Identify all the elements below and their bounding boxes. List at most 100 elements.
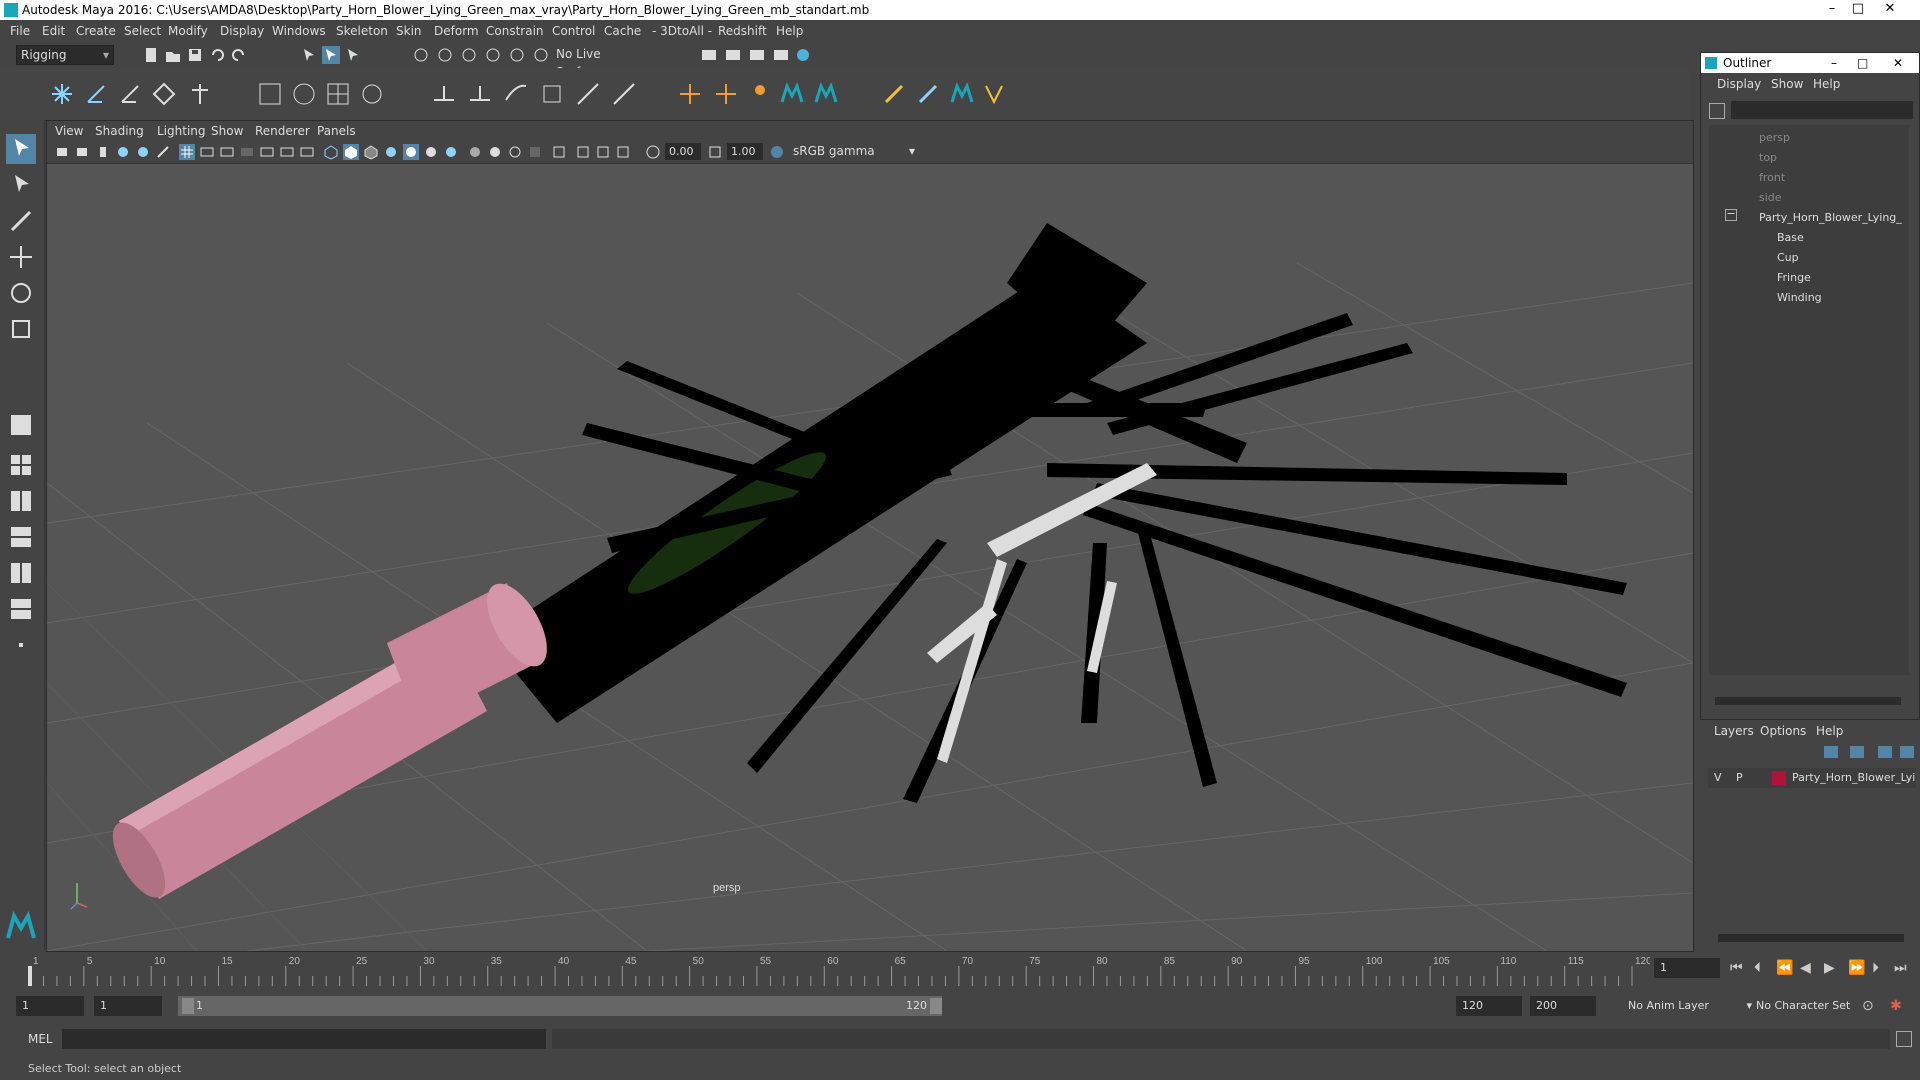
current-frame-field[interactable]: 1 [1654, 958, 1720, 978]
locator-icon[interactable] [676, 80, 704, 108]
vp-menu-show[interactable]: Show [211, 124, 243, 138]
outliner-menu-display[interactable]: Display [1717, 77, 1761, 91]
pole-vector-icon[interactable] [610, 80, 638, 108]
current-time-marker[interactable] [28, 966, 32, 986]
new-layer-selected-icon[interactable] [1850, 746, 1864, 758]
range-start-handle[interactable] [182, 998, 194, 1014]
render-settings-icon[interactable] [700, 46, 718, 64]
select-object-icon[interactable] [322, 46, 340, 64]
point-constraint-icon[interactable] [430, 80, 458, 108]
layers-menu-help[interactable]: Help [1816, 724, 1843, 738]
menu-create[interactable]: Create [76, 24, 116, 38]
snap-grid-icon[interactable] [412, 46, 430, 64]
snap-point-icon[interactable] [460, 46, 478, 64]
playback-start-field[interactable]: 1 [94, 996, 162, 1016]
use-all-lights-icon[interactable] [403, 144, 419, 160]
menu-select[interactable]: Select [124, 24, 161, 38]
ik-handle-icon[interactable] [82, 80, 110, 108]
command-input[interactable] [62, 1029, 546, 1049]
render-view-icon[interactable] [772, 46, 790, 64]
menu-windows[interactable]: Windows [272, 24, 326, 38]
move-layer-up-icon[interactable] [1878, 746, 1892, 758]
menu-skin[interactable]: Skin [396, 24, 422, 38]
maya-m2-icon[interactable] [812, 80, 840, 108]
layer-name[interactable]: Party_Horn_Blower_Lyi [1792, 771, 1915, 784]
start-time-field[interactable]: 1 [16, 996, 84, 1016]
smooth-shade-icon[interactable] [343, 144, 359, 160]
anim-layer-dropdown[interactable]: No Anim Layer ▾ [1620, 996, 1758, 1016]
motion-blur-icon[interactable] [467, 144, 483, 160]
outliner-search-input[interactable] [1731, 101, 1913, 119]
menu-3dtoall[interactable]: - 3DtoAll - [652, 24, 712, 38]
exposure-field[interactable]: 0.00 [665, 143, 701, 160]
step-back-icon[interactable]: ⏴ [1754, 960, 1761, 976]
play-backward-icon[interactable]: ◀ [1800, 960, 1811, 976]
single-pane-layout-icon[interactable] [6, 410, 36, 440]
viewport-persp[interactable]: View Shading Lighting Show Renderer Pane… [46, 120, 1694, 952]
tree-item-fringe[interactable]: Fringe [1777, 271, 1811, 284]
paint-select-icon[interactable] [6, 206, 36, 236]
history-icon[interactable] [532, 46, 550, 64]
depth-of-field-icon[interactable] [507, 144, 523, 160]
menu-skeleton[interactable]: Skeleton [336, 24, 388, 38]
menu-modify[interactable]: Modify [168, 24, 208, 38]
bookmark-icon[interactable] [95, 144, 111, 160]
maximize-icon[interactable]: □ [1846, 0, 1870, 18]
field-chart-icon[interactable] [259, 144, 275, 160]
ik-spline-icon[interactable] [116, 80, 144, 108]
close-icon[interactable]: ✕ [1878, 0, 1902, 18]
tree-item-front[interactable]: front [1759, 171, 1785, 184]
xray-active-icon[interactable] [595, 144, 611, 160]
isolate-select-icon[interactable] [527, 144, 543, 160]
script-editor-icon[interactable] [1896, 1031, 1912, 1047]
step-forward-key-icon[interactable]: ⏩ [1848, 960, 1865, 976]
auto-key-icon[interactable]: ⊙ [1862, 998, 1874, 1014]
maximize-icon[interactable]: □ [1857, 53, 1868, 73]
menu-set-dropdown[interactable]: Rigging ▾ [16, 45, 114, 65]
wireframe-icon[interactable] [323, 144, 339, 160]
paint-weights-icon[interactable] [880, 80, 908, 108]
image-plane-icon[interactable] [115, 144, 131, 160]
range-end-handle[interactable] [930, 998, 942, 1014]
end-time-field[interactable]: 200 [1530, 996, 1596, 1016]
filter-icon[interactable] [1709, 103, 1725, 119]
layer-visibility-toggle[interactable]: V [1714, 771, 1722, 784]
scale-constraint-icon[interactable] [538, 80, 566, 108]
move-layer-down-icon[interactable] [1900, 746, 1914, 758]
layer-scrollbar[interactable] [1718, 934, 1904, 942]
vp-menu-panels[interactable]: Panels [317, 124, 356, 138]
vp-menu-view[interactable]: View [55, 124, 83, 138]
layer-row[interactable]: V P Party_Horn_Blower_Lyi [1708, 768, 1916, 788]
character-icon[interactable] [746, 80, 774, 108]
script-language-label[interactable]: MEL [28, 1032, 53, 1046]
scene-view[interactable]: persp [47, 163, 1693, 951]
redo-icon[interactable] [230, 46, 248, 64]
hik-icon[interactable] [712, 80, 740, 108]
lasso-tool-icon[interactable] [6, 170, 36, 200]
camera-select-icon[interactable] [55, 144, 71, 160]
backface-icon[interactable] [615, 144, 631, 160]
paint-skin-icon[interactable] [914, 80, 942, 108]
four-pane-layout-icon[interactable] [6, 450, 36, 480]
maya-m-icon[interactable] [778, 80, 806, 108]
textured-icon[interactable] [383, 144, 399, 160]
menu-edit[interactable]: Edit [42, 24, 65, 38]
color-space-dropdown[interactable]: sRGB gamma ▾ [789, 143, 919, 160]
bind-skin-icon[interactable] [256, 80, 284, 108]
gate-mask-icon[interactable] [239, 144, 255, 160]
character-set-dropdown[interactable]: No Character Set [1750, 996, 1876, 1016]
orient-constraint-icon[interactable] [502, 80, 530, 108]
collapse-toggle-icon[interactable]: − [1725, 208, 1737, 221]
hypershade-layout-icon[interactable] [6, 594, 36, 624]
step-forward-icon[interactable]: ⏵ [1872, 960, 1879, 976]
tree-item-group[interactable]: Party_Horn_Blower_Lying_ [1759, 211, 1902, 224]
insert-joint-icon[interactable] [150, 80, 178, 108]
outliner-menu-help[interactable]: Help [1813, 77, 1840, 91]
new-layer-icon[interactable] [1824, 746, 1838, 758]
exposure-icon[interactable] [645, 144, 661, 160]
select-component-icon[interactable] [344, 46, 362, 64]
menu-constrain[interactable]: Constrain [486, 24, 544, 38]
tree-item-side[interactable]: side [1759, 191, 1782, 204]
play-forward-icon[interactable]: ▶ [1824, 960, 1835, 976]
screen-space-ao-icon[interactable] [443, 144, 459, 160]
